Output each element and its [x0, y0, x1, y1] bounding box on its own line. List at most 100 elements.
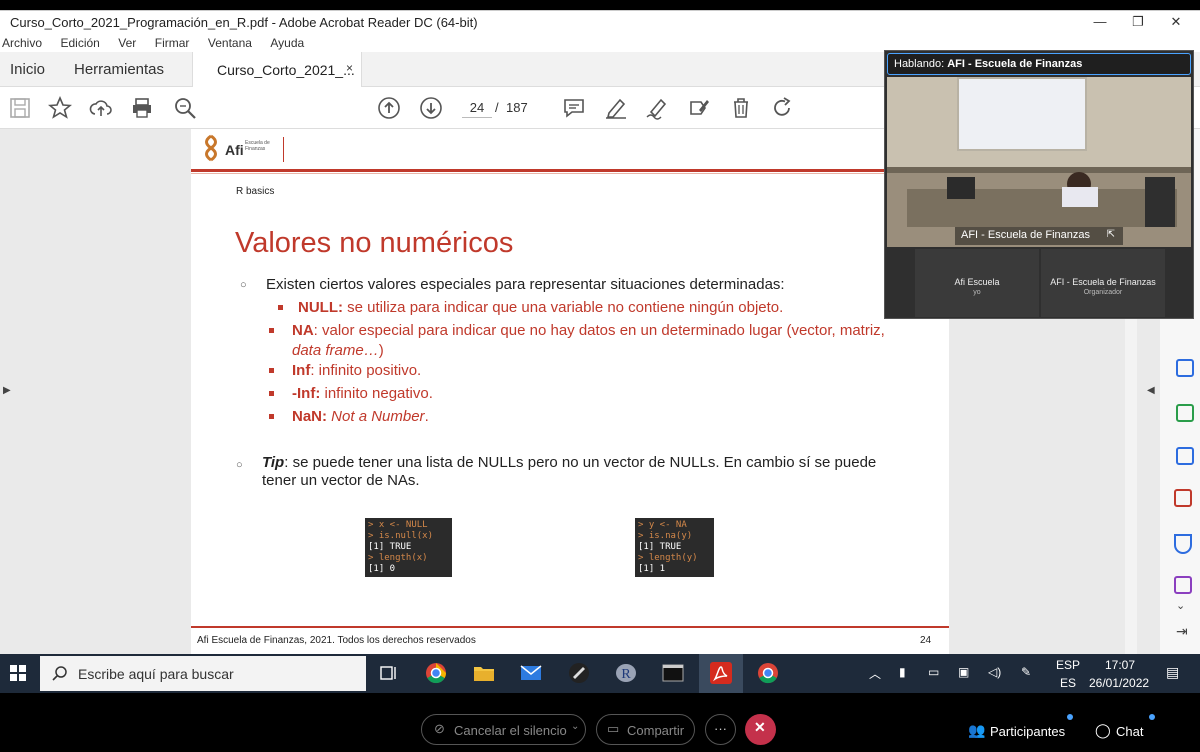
section-label: R basics	[236, 186, 275, 197]
r-app-icon[interactable]: R	[614, 661, 638, 685]
edit-pdf-icon[interactable]	[1174, 489, 1192, 507]
organize-icon[interactable]	[1174, 576, 1192, 594]
redo-icon[interactable]	[770, 96, 794, 120]
item-inf: Inf: infinito positivo.	[292, 362, 422, 379]
create-pdf-icon[interactable]	[1176, 359, 1194, 377]
meeting-controls-bar: ⊘ Cancelar el silencio ⌄ ▭ Compartir ···…	[0, 693, 1200, 752]
search-icon	[52, 666, 67, 681]
minimize-icon[interactable]: —	[1092, 14, 1108, 30]
participant-tile[interactable]: Afi Escuela yo	[915, 249, 1039, 317]
delete-icon[interactable]	[729, 96, 753, 120]
menu-archivo[interactable]: Archivo	[2, 36, 42, 50]
close-icon[interactable]: ✕	[1168, 14, 1184, 30]
windows-taskbar: Escribe aquí para buscar R ︿ ▮ ▭ ▣ ◁) ✎ …	[0, 654, 1200, 693]
chat-button[interactable]: Chat	[1116, 724, 1143, 739]
page-number-input[interactable]: 24	[462, 98, 492, 118]
network-icon[interactable]: ▣	[958, 665, 969, 679]
menu-firmar[interactable]: Firmar	[155, 36, 190, 50]
zoom-search-icon[interactable]	[173, 96, 197, 120]
chat-badge	[1149, 714, 1155, 720]
bullet-square	[278, 305, 283, 310]
share-icon[interactable]	[1176, 447, 1194, 465]
menu-ver[interactable]: Ver	[118, 36, 136, 50]
code-block-null: > x <- NULL > is.null(x) [1] TRUE > leng…	[365, 518, 452, 577]
item-null: NULL: se utiliza para indicar que una va…	[298, 299, 784, 316]
bullet-square	[269, 414, 274, 419]
mail-icon[interactable]	[519, 661, 543, 685]
comment-icon[interactable]	[562, 96, 586, 120]
fill-sign-icon[interactable]	[687, 96, 711, 120]
chevron-down-icon[interactable]: ⌄	[571, 721, 579, 732]
highlight-pen-icon[interactable]	[604, 96, 628, 120]
pop-out-icon[interactable]: ⇱	[1107, 229, 1115, 240]
menu-edicion[interactable]: Edición	[60, 36, 99, 50]
share-button[interactable]: ▭ Compartir	[596, 714, 695, 745]
right-panel-toggle-icon[interactable]: ◀	[1147, 385, 1155, 396]
protect-shield-icon[interactable]	[1174, 534, 1192, 554]
menu-ayuda[interactable]: Ayuda	[270, 36, 304, 50]
participants-badge	[1067, 714, 1073, 720]
code-block-na: > y <- NA > is.na(y) [1] TRUE > length(y…	[635, 518, 714, 577]
afi-logo-icon	[205, 134, 217, 162]
menu-ventana[interactable]: Ventana	[208, 36, 252, 50]
battery-icon[interactable]: ▭	[928, 665, 939, 679]
taskbar-search[interactable]: Escribe aquí para buscar	[40, 656, 366, 691]
print-icon[interactable]	[130, 96, 154, 120]
svg-text:R: R	[621, 667, 631, 682]
tray-chevron-up-icon[interactable]: ︿	[869, 665, 881, 682]
inkscape-icon[interactable]	[567, 661, 591, 685]
upload-cloud-icon[interactable]	[89, 96, 113, 120]
header-line	[191, 169, 949, 172]
footer-line	[191, 626, 949, 628]
volume-icon[interactable]: ◁)	[988, 665, 1001, 679]
terminal-icon[interactable]	[661, 661, 685, 685]
clock-date[interactable]: 26/01/2022	[1089, 676, 1149, 690]
logo-text: Afi	[225, 142, 244, 158]
participant-tile[interactable]: AFI - Escuela de Finanzas Organizador	[1041, 249, 1165, 317]
acrobat-taskbar-active[interactable]	[699, 654, 743, 693]
language-secondary[interactable]: ES	[1060, 676, 1076, 690]
more-options-button[interactable]: ···	[705, 714, 736, 745]
windows-start-icon[interactable]	[10, 665, 26, 681]
chrome-canary-icon[interactable]	[756, 661, 780, 685]
file-explorer-icon[interactable]	[472, 661, 496, 685]
item-nan: NaN: Not a Number.	[292, 408, 429, 425]
left-panel-toggle-icon[interactable]: ▶	[3, 385, 11, 396]
mic-off-icon: ⊘	[434, 721, 445, 736]
chrome-icon[interactable]	[424, 661, 448, 685]
chat-icon[interactable]: ◯	[1095, 722, 1111, 739]
star-icon[interactable]	[47, 95, 73, 120]
title-bar: Curso_Corto_2021_Programación_en_R.pdf -…	[0, 10, 1200, 34]
pen-icon[interactable]: ✎	[1021, 665, 1031, 679]
previous-page-icon[interactable]	[377, 96, 401, 120]
sign-icon[interactable]	[645, 96, 669, 120]
video-label: AFI - Escuela de Finanzas ⇱	[955, 227, 1123, 245]
tab-herramientas[interactable]: Herramientas	[74, 61, 164, 78]
window-title: Curso_Corto_2021_Programación_en_R.pdf -…	[10, 15, 478, 30]
header-line-thin	[191, 173, 949, 174]
task-view-icon[interactable]	[377, 661, 401, 685]
bullet-square	[269, 328, 274, 333]
tab-inicio[interactable]: Inicio	[10, 61, 45, 78]
language-primary[interactable]: ESP	[1056, 658, 1080, 672]
bullet-intro: Existen ciertos valores especiales para …	[266, 276, 785, 293]
combine-icon[interactable]	[1176, 404, 1194, 422]
leave-call-button[interactable]: ✕	[745, 714, 776, 745]
restore-icon[interactable]: ❐	[1130, 14, 1146, 30]
participants-icon[interactable]: 👥	[968, 722, 985, 739]
tray-meet-icon[interactable]: ▮	[899, 665, 906, 679]
notifications-icon[interactable]: ▤	[1166, 664, 1179, 681]
chevron-down-icon[interactable]: ⌄	[1176, 599, 1185, 612]
meeting-window: Hablando: AFI - Escuela de Finanzas AFI …	[884, 50, 1194, 319]
next-page-icon[interactable]	[419, 96, 443, 120]
close-tab-icon[interactable]: ×	[346, 61, 353, 75]
save-icon[interactable]	[8, 96, 32, 120]
share-screen-icon: ▭	[607, 721, 620, 736]
document-tab[interactable]: Curso_Corto_2021_... ×	[192, 52, 362, 87]
clock-time[interactable]: 17:07	[1105, 658, 1135, 672]
unmute-button[interactable]: ⊘ Cancelar el silencio ⌄	[421, 714, 586, 745]
collapse-pane-icon[interactable]: ⇥	[1176, 623, 1188, 640]
participants-button[interactable]: Participantes	[990, 724, 1065, 739]
pdf-page: Afi Escuela de Finanzas R basics Valores…	[191, 129, 949, 654]
video-feed[interactable]	[887, 77, 1191, 247]
